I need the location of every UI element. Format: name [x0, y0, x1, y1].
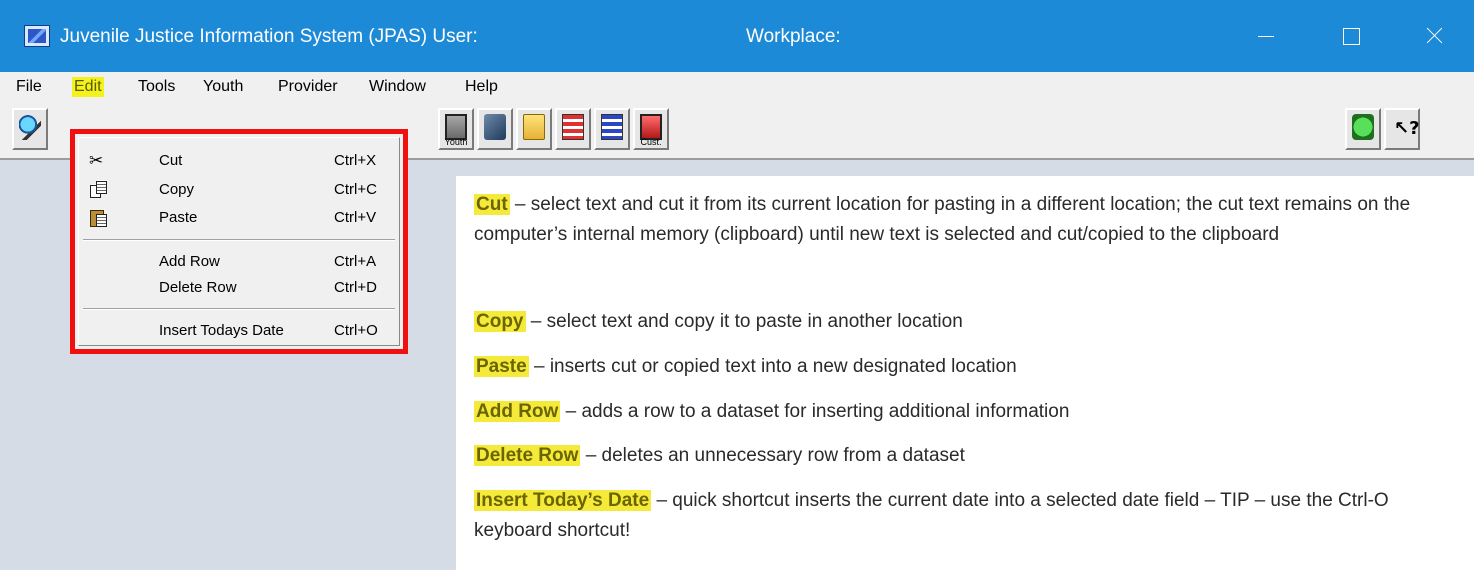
help-book-button[interactable]: [1345, 108, 1381, 150]
list-icon: [601, 114, 623, 140]
description-text: – deletes an unnecessary row from a data…: [580, 445, 965, 466]
menu-separator: [83, 239, 395, 241]
term-paste: Paste: [474, 356, 529, 377]
records-button[interactable]: [477, 108, 513, 150]
workplace-label: Workplace:: [746, 26, 841, 47]
term-insert-date: Insert Today’s Date: [474, 490, 652, 511]
menu-item-label: Copy: [159, 181, 195, 198]
menu-item-label: Paste: [159, 209, 198, 226]
description-add-row: Add Row – adds a row to a dataset for in…: [474, 397, 1454, 427]
menu-item-shortcut: Ctrl+C: [334, 181, 377, 198]
cust-caption: Cust.: [640, 137, 662, 147]
search-icon: [19, 114, 41, 140]
menu-item-shortcut: Ctrl+D: [334, 279, 377, 296]
menu-file[interactable]: File: [16, 77, 42, 97]
pointer-help-icon: ↖?: [1394, 118, 1420, 139]
maximize-button[interactable]: [1331, 18, 1371, 54]
menu-item-label: Cut: [159, 152, 183, 169]
menu-bar: File Edit Tools Youth Provider Window He…: [0, 72, 1474, 102]
menu-window[interactable]: Window: [369, 77, 426, 97]
menu-item-shortcut: Ctrl+O: [334, 322, 378, 339]
menu-item-delete-row[interactable]: Delete Row Ctrl+D: [79, 277, 399, 299]
menu-item-cut[interactable]: ✂ Cut Ctrl+X: [79, 150, 399, 172]
menu-item-add-row[interactable]: Add Row Ctrl+A: [79, 251, 399, 273]
menu-item-copy[interactable]: Copy Ctrl+C: [79, 179, 399, 201]
description-cut: Cut – select text and cut it from its cu…: [474, 190, 1454, 250]
menu-item-shortcut: Ctrl+X: [334, 152, 377, 169]
menu-item-shortcut: Ctrl+A: [334, 253, 377, 270]
menu-item-shortcut: Ctrl+V: [334, 209, 377, 226]
search-button[interactable]: [12, 108, 48, 150]
menu-edit[interactable]: Edit: [72, 77, 104, 97]
context-help-button[interactable]: ↖?: [1384, 108, 1420, 150]
menu-help[interactable]: Help: [465, 77, 498, 97]
checklist-icon: [562, 114, 584, 140]
description-text: – adds a row to a dataset for inserting …: [560, 401, 1070, 422]
description-text: – select text and copy it to paste in an…: [525, 311, 963, 332]
description-paste: Paste – inserts cut or copied text into …: [474, 352, 1454, 382]
description-copy: Copy – select text and copy it to paste …: [474, 307, 1454, 337]
menu-youth[interactable]: Youth: [203, 77, 243, 97]
checklist-button[interactable]: [555, 108, 591, 150]
descriptions-panel: Cut – select text and cut it from its cu…: [456, 176, 1474, 570]
term-cut: Cut: [474, 194, 510, 215]
window-title: Juvenile Justice Information System (JPA…: [60, 26, 478, 47]
description-insert-date: Insert Today’s Date – quick shortcut ins…: [474, 486, 1454, 546]
menu-provider[interactable]: Provider: [278, 77, 338, 97]
list-button[interactable]: [594, 108, 630, 150]
customer-button[interactable]: Cust.: [633, 108, 669, 150]
app-icon: [24, 25, 50, 47]
description-text: – select text and cut it from its curren…: [474, 194, 1411, 245]
description-delete-row: Delete Row – deletes an unnecessary row …: [474, 441, 1454, 471]
edit-menu-dropdown: ✂ Cut Ctrl+X Copy Ctrl+C Paste Ctrl+V Ad…: [70, 129, 408, 354]
copy-icon: [89, 180, 109, 200]
title-bar: Juvenile Justice Information System (JPA…: [0, 0, 1474, 72]
term-delete-row: Delete Row: [474, 445, 581, 466]
menu-tools[interactable]: Tools: [138, 77, 175, 97]
menu-item-label: Delete Row: [159, 279, 237, 296]
menu-item-paste[interactable]: Paste Ctrl+V: [79, 207, 399, 229]
term-add-row: Add Row: [474, 401, 561, 422]
menu-item-insert-date[interactable]: Insert Todays Date Ctrl+O: [79, 320, 399, 342]
description-text: – inserts cut or copied text into a new …: [528, 356, 1017, 377]
menu-separator: [83, 308, 395, 310]
books-icon: [484, 114, 506, 140]
youth-caption: Youth: [444, 137, 468, 147]
help-book-icon: [1352, 114, 1374, 140]
menu-item-label: Insert Todays Date: [159, 322, 284, 339]
scissors-icon: ✂: [89, 151, 104, 171]
folder-icon: [523, 114, 545, 140]
term-copy: Copy: [474, 311, 526, 332]
minimize-button[interactable]: [1246, 18, 1286, 54]
folder-button[interactable]: [516, 108, 552, 150]
paste-icon: [89, 208, 109, 228]
close-button[interactable]: [1414, 18, 1454, 54]
menu-item-label: Add Row: [159, 253, 220, 270]
youth-button[interactable]: Youth: [438, 108, 474, 150]
